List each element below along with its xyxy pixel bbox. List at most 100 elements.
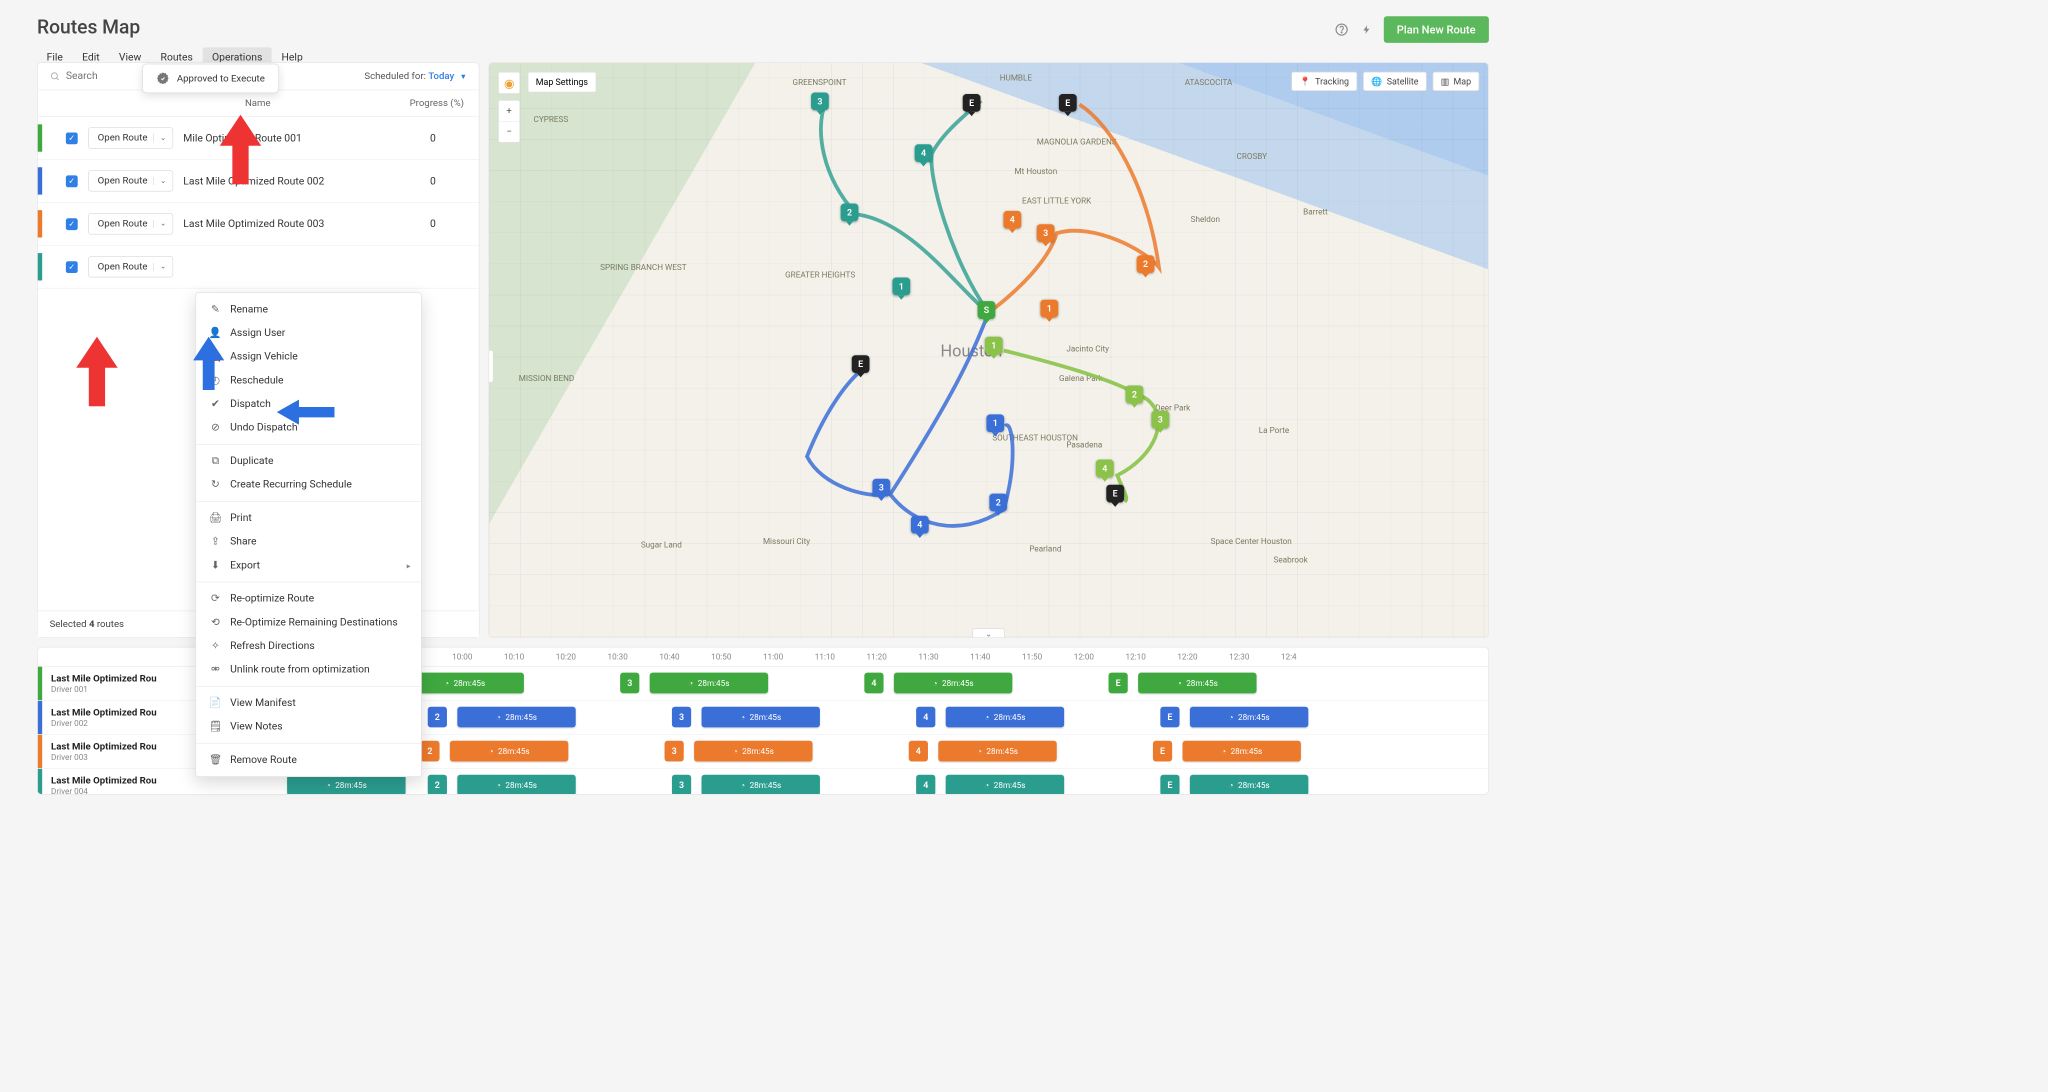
timeline-stop-badge[interactable]: 4 <box>864 673 883 694</box>
map-stop-marker[interactable]: E <box>1059 94 1077 112</box>
chevron-down-icon[interactable]: ⌄ <box>153 263 166 271</box>
collapse-left-button[interactable]: ‹ <box>488 350 493 383</box>
timeline-segment[interactable]: ◔28m:45s <box>1183 741 1301 762</box>
timeline-stop-badge[interactable]: 4 <box>909 741 928 762</box>
ctx-recurring[interactable]: ↻Create Recurring Schedule <box>196 473 421 497</box>
timeline-segment[interactable]: ◔28m:45s <box>702 775 820 795</box>
ctx-assign-user[interactable]: 👤Assign User <box>196 321 421 345</box>
chevron-down-icon[interactable]: ⌄ <box>153 220 166 228</box>
map-stop-marker[interactable]: 2 <box>1137 255 1155 273</box>
timeline-segment[interactable]: ◔28m:45s <box>938 741 1056 762</box>
ctx-rename[interactable]: ✎Rename <box>196 297 421 321</box>
map-stop-marker[interactable]: E <box>963 94 981 112</box>
ctx-view-notes[interactable]: 🗒View Notes <box>196 715 421 739</box>
open-route-button[interactable]: Open Route ⌄ <box>88 256 173 277</box>
ctx-assign-vehicle[interactable]: 🚘Assign Vehicle <box>196 345 421 369</box>
ctx-view-manifest[interactable]: 📄View Manifest <box>196 691 421 715</box>
timeline-segment[interactable]: ◔28m:45s <box>702 707 820 728</box>
map-stop-marker[interactable]: E <box>852 355 870 373</box>
map-settings-button[interactable]: Map Settings <box>528 72 596 93</box>
seg-dur: 28m:45s <box>498 746 530 756</box>
timeline-stop-badge[interactable]: 4 <box>916 775 935 795</box>
zoom-out-button[interactable]: − <box>499 121 520 142</box>
ctx-label: Assign Vehicle <box>230 351 298 363</box>
ctx-reopt[interactable]: ⟳Re-optimize Route <box>196 587 421 611</box>
map-stop-marker[interactable]: E <box>1106 485 1124 503</box>
ctx-unlink[interactable]: ⚮Unlink route from optimization <box>196 658 421 682</box>
ctx-remove[interactable]: 🗑Remove Route <box>196 748 421 772</box>
timeline-stop-badge[interactable]: E <box>1153 741 1172 762</box>
ctx-refresh[interactable]: ✧Refresh Directions <box>196 634 421 658</box>
timeline-stop-badge[interactable]: 3 <box>620 673 639 694</box>
pegman-icon[interactable]: ◉ <box>498 72 520 94</box>
route-row[interactable]: ✓ Open Route ⌄ Last Mile Optimized Route… <box>38 203 479 246</box>
route-checkbox[interactable]: ✓ <box>66 218 78 230</box>
open-route-button[interactable]: Open Route ⌄ <box>88 127 173 148</box>
map-stop-marker[interactable]: 3 <box>872 479 890 497</box>
route-checkbox[interactable]: ✓ <box>66 175 78 187</box>
map-stop-marker[interactable]: 3 <box>1037 224 1055 242</box>
ctx-print[interactable]: 🖨Print <box>196 506 421 530</box>
scheduled-for[interactable]: Scheduled for: Today ▼ <box>364 71 467 82</box>
timeline-segment[interactable]: ◔28m:45s <box>457 707 575 728</box>
map-stop-marker[interactable]: 1 <box>986 414 1004 432</box>
map-stop-marker[interactable]: 3 <box>1151 411 1169 429</box>
ctx-export[interactable]: ⬇Export▸ <box>196 554 421 578</box>
map-chip[interactable]: ▥Map <box>1433 72 1480 91</box>
ctx-reopt-remain[interactable]: ⟲Re-Optimize Remaining Destinations <box>196 611 421 635</box>
timeline-stop-badge[interactable]: 2 <box>420 741 439 762</box>
chevron-down-icon[interactable]: ⌄ <box>153 134 166 142</box>
map-stop-marker[interactable]: 1 <box>1040 300 1058 318</box>
timeline-segment[interactable]: ◔28m:45s <box>946 707 1064 728</box>
route-checkbox[interactable]: ✓ <box>66 261 78 273</box>
map-stop-marker[interactable]: 4 <box>915 144 933 162</box>
map-stop-marker[interactable]: 2 <box>1126 386 1144 404</box>
ctx-duplicate[interactable]: ⧉Duplicate <box>196 449 421 473</box>
map-stop-marker[interactable]: 1 <box>985 337 1003 355</box>
satellite-chip[interactable]: 🌐Satellite <box>1363 72 1427 91</box>
timeline-stop-badge[interactable]: E <box>1109 673 1128 694</box>
timeline-segment[interactable]: ◔28m:45s <box>450 741 568 762</box>
timeline-stop-badge[interactable]: E <box>1160 775 1179 795</box>
tracking-chip[interactable]: 📍Tracking <box>1292 72 1358 91</box>
operations-popover[interactable]: Approved to Execute <box>142 64 279 94</box>
timeline-stop-badge[interactable]: 3 <box>672 775 691 795</box>
timeline-stop-badge[interactable]: 3 <box>665 741 684 762</box>
map-stop-marker[interactable]: 2 <box>989 494 1007 512</box>
timeline-segment[interactable]: ◔28m:45s <box>287 775 405 795</box>
map-stop-marker[interactable]: 3 <box>811 93 829 111</box>
timeline-segment[interactable]: ◔28m:45s <box>406 673 524 694</box>
timeline-segment[interactable]: ◔28m:45s <box>694 741 812 762</box>
timeline-stop-badge[interactable]: 2 <box>428 775 447 795</box>
timeline-segment[interactable]: ◔28m:45s <box>946 775 1064 795</box>
map-stop-marker[interactable]: 1 <box>892 278 910 296</box>
ctx-reschedule[interactable]: ◴Reschedule <box>196 369 421 393</box>
collapse-bottom-button[interactable]: ⌄ <box>972 628 1005 638</box>
route-checkbox[interactable]: ✓ <box>66 132 78 144</box>
ctx-share[interactable]: ⇪Share <box>196 530 421 554</box>
timeline-segment[interactable]: ◔28m:45s <box>650 673 768 694</box>
map-stop-marker[interactable]: 4 <box>1096 460 1114 478</box>
help-icon[interactable] <box>1333 21 1349 37</box>
chevron-down-icon[interactable]: ⌄ <box>153 177 166 185</box>
plan-new-route-button[interactable]: Plan New Route <box>1383 16 1488 43</box>
map-stop-marker[interactable]: 4 <box>1003 211 1021 229</box>
timeline-segment[interactable]: ◔28m:45s <box>894 673 1012 694</box>
timeline-stop-badge[interactable]: E <box>1160 707 1179 728</box>
timeline-stop-badge[interactable]: 4 <box>916 707 935 728</box>
map-stop-marker[interactable]: 2 <box>841 204 859 222</box>
bolt-icon[interactable] <box>1358 21 1374 37</box>
route-row[interactable]: ✓ Open Route ⌄ <box>38 246 479 289</box>
zoom-in-button[interactable]: + <box>499 101 520 122</box>
timeline-segment[interactable]: ◔28m:45s <box>1138 673 1256 694</box>
timeline-segment[interactable]: ◔28m:45s <box>1190 707 1308 728</box>
timeline-segment[interactable]: ◔28m:45s <box>1190 775 1308 795</box>
timeline-stop-badge[interactable]: 2 <box>428 707 447 728</box>
map-pane[interactable]: GREENSPOINTHUMBLEATASCOCITACROSBYCYPRESS… <box>488 62 1488 638</box>
timeline-segment[interactable]: ◔28m:45s <box>457 775 575 795</box>
timeline-stop-badge[interactable]: 3 <box>672 707 691 728</box>
map-stop-marker[interactable]: S <box>978 301 996 319</box>
map-stop-marker[interactable]: 4 <box>911 516 929 534</box>
open-route-button[interactable]: Open Route ⌄ <box>88 170 173 191</box>
open-route-button[interactable]: Open Route ⌄ <box>88 213 173 234</box>
